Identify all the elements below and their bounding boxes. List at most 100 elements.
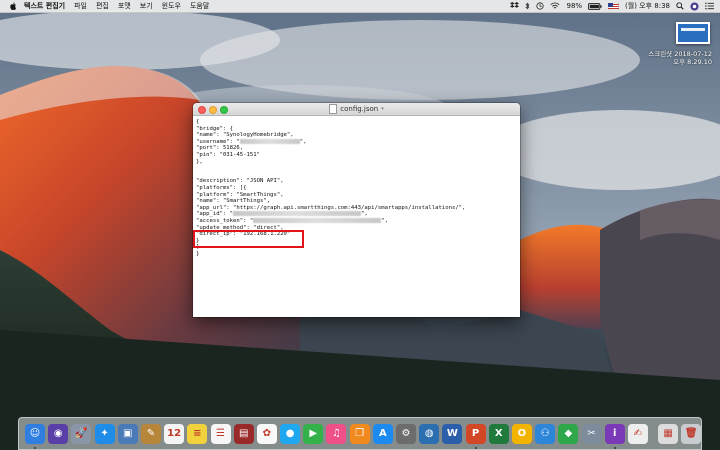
notes-glyph: ✎	[146, 428, 156, 439]
trash-icon[interactable]: 🗑	[681, 423, 702, 444]
globe-icon[interactable]: ◍	[419, 423, 440, 444]
itunes-icon[interactable]: ♫	[326, 423, 347, 444]
code-text: ",	[381, 217, 389, 224]
app-store-glyph: A	[378, 428, 387, 439]
launchpad-icon[interactable]: 🚀	[71, 423, 92, 444]
globe-glyph: ◍	[424, 428, 434, 439]
code-line: "bridge": {	[196, 125, 234, 132]
redacted-value	[253, 217, 382, 223]
trash-glyph: 🗑	[684, 428, 698, 439]
siri-icon[interactable]: ◉	[48, 423, 69, 444]
reminders-icon[interactable]: ☰	[210, 423, 231, 444]
code-line: "port": 51826,	[196, 145, 244, 152]
preview-icon[interactable]: ▣	[117, 423, 138, 444]
document-glyph: ✍	[633, 428, 643, 439]
stickies-glyph: ≡	[193, 428, 202, 439]
user-avatar-icon[interactable]	[690, 1, 699, 11]
purple-app-glyph: i	[612, 428, 617, 439]
stickies-icon[interactable]: ≡	[187, 423, 208, 444]
spotlight-icon[interactable]	[676, 2, 684, 10]
calendar-glyph: 12	[167, 428, 182, 439]
screenshot-file-label[interactable]: 스크린샷 2018-07-12 오후 8.29.10	[644, 50, 712, 66]
calendar-icon[interactable]: 12	[164, 423, 185, 444]
messages-icon[interactable]: ●	[280, 423, 301, 444]
window-title: config.json	[340, 105, 379, 113]
finder-icon[interactable]: ☺	[25, 423, 45, 449]
reminders-glyph: ☰	[216, 428, 225, 439]
code-line: "name": "SynologyHomebridge",	[196, 132, 294, 139]
photos-icon[interactable]: ✿	[256, 423, 277, 444]
utilities-icon[interactable]: ✂	[581, 423, 602, 444]
document-icon[interactable]: ✍	[627, 423, 648, 444]
photo-booth-icon[interactable]: ▤	[233, 423, 254, 444]
menu-view[interactable]: 보기	[140, 1, 153, 11]
excel-icon[interactable]: X	[488, 423, 509, 444]
preview-glyph: ▣	[123, 428, 133, 439]
chevron-down-icon[interactable]: ▾	[381, 106, 384, 112]
ibooks-icon[interactable]: ❐	[349, 423, 370, 444]
app-menu[interactable]: 텍스트 편집기	[24, 1, 65, 11]
window-title-area[interactable]: config.json ▾	[193, 103, 520, 115]
word-icon[interactable]: W	[442, 423, 463, 444]
clock[interactable]: (월) 오후 8:38	[625, 1, 670, 11]
outlook-icon[interactable]: O	[511, 423, 532, 444]
menu-window[interactable]: 윈도우	[162, 1, 181, 11]
code-line: "pin": "031-45-151"	[196, 151, 260, 158]
utilities-glyph: ✂	[587, 428, 596, 439]
system-preferences-icon[interactable]: ⚙	[396, 423, 416, 444]
notes-icon[interactable]: ✎	[140, 423, 161, 444]
textedit-window: config.json ▾ { "bridge": { "name": "Syn…	[193, 103, 520, 317]
menu-edit[interactable]: 편집	[96, 1, 109, 11]
bluetooth-icon[interactable]	[525, 2, 530, 10]
window-titlebar[interactable]: config.json ▾	[193, 103, 520, 116]
code-line: },	[196, 158, 203, 165]
app-store-icon[interactable]: A	[372, 423, 393, 444]
safari-glyph: ✦	[100, 428, 109, 439]
screenshot-file-thumbnail[interactable]	[676, 22, 710, 44]
green-app-glyph: ◆	[564, 428, 573, 439]
wifi-icon[interactable]	[550, 2, 560, 10]
apple-menu-icon[interactable]	[9, 2, 17, 10]
code-line: "platform": "SmartThings",	[196, 191, 284, 198]
text-editor-content[interactable]: { "bridge": { "name": "SynologyHomebridg…	[193, 116, 520, 257]
powerpoint-glyph: P	[471, 428, 480, 439]
purple-app-icon[interactable]: i	[604, 423, 625, 449]
code-text: ",	[299, 138, 307, 145]
time-machine-icon[interactable]	[536, 2, 545, 10]
siri-glyph: ◉	[53, 428, 63, 439]
red-highlight-box	[193, 230, 304, 248]
powerpoint-icon[interactable]: P	[465, 423, 486, 449]
code-text: "access_token": "	[196, 217, 254, 224]
downloads-stack-icon[interactable]: ▦	[658, 423, 679, 444]
menu-file[interactable]: 파일	[74, 1, 87, 11]
battery-icon[interactable]	[588, 2, 602, 10]
dock: ☺ ◉ 🚀 ✦ ▣ ✎ 12 ≡ ☰ ▤ ✿ ● ▶ ♫ ❐ A ⚙ ◍ W P X O ⚇ ◆ ✂ i ✍ ▦ 🗑	[18, 417, 702, 450]
code-text: ",	[361, 211, 368, 218]
ibooks-glyph: ❐	[355, 428, 365, 439]
people-glyph: ⚇	[540, 428, 550, 439]
notification-center-icon[interactable]	[705, 2, 714, 10]
screenshot-file-name-line2: 오후 8.29.10	[673, 58, 712, 66]
system-preferences-glyph: ⚙	[401, 428, 411, 439]
facetime-glyph: ▶	[309, 428, 318, 439]
facetime-icon[interactable]: ▶	[303, 423, 324, 444]
running-indicator	[613, 446, 616, 449]
menu-help[interactable]: 도움말	[190, 1, 209, 11]
redacted-value	[233, 211, 362, 217]
redacted-value	[239, 138, 300, 144]
safari-icon[interactable]: ✦	[94, 423, 115, 444]
people-icon[interactable]: ⚇	[535, 423, 556, 444]
photos-glyph: ✿	[262, 428, 272, 439]
menu-format[interactable]: 포맷	[118, 1, 131, 11]
code-text: "username": "	[196, 138, 240, 145]
code-line: "description": "JSON API",	[196, 178, 284, 185]
code-line-username: "username": " ",	[196, 138, 520, 146]
code-text: "app_id": "	[196, 211, 234, 218]
document-icon	[329, 104, 338, 114]
green-app-icon[interactable]: ◆	[558, 423, 579, 444]
input-source-flag-icon[interactable]	[608, 2, 620, 10]
dropbox-icon[interactable]	[510, 2, 520, 10]
messages-glyph: ●	[285, 428, 295, 439]
